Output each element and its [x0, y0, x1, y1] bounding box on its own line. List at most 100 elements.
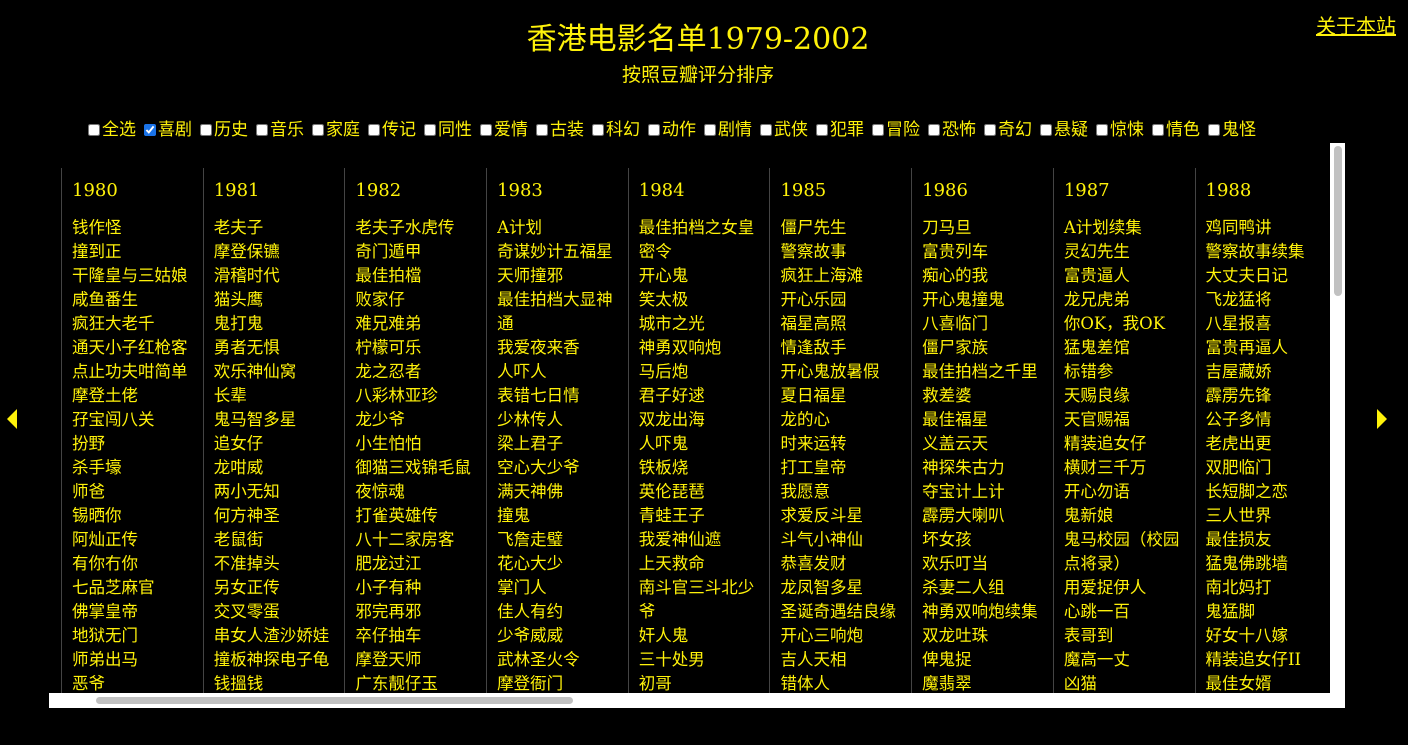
film-item[interactable]: 恶爷	[72, 672, 195, 693]
film-item[interactable]: 鬼马校园（校园点将录）	[1064, 528, 1187, 576]
film-item[interactable]: 败家仔	[355, 288, 478, 312]
film-item[interactable]: 邪完再邪	[355, 600, 478, 624]
filter-checkbox[interactable]	[816, 124, 828, 136]
film-item[interactable]: 双龙出海	[639, 408, 762, 432]
next-arrow-icon[interactable]	[1377, 409, 1387, 429]
film-item[interactable]: 夺宝计上计	[922, 480, 1045, 504]
film-item[interactable]: 疯狂大老千	[72, 312, 195, 336]
film-item[interactable]: 鬼新娘	[1064, 504, 1187, 528]
film-item[interactable]: 地狱无门	[72, 624, 195, 648]
film-item[interactable]: 情逢敌手	[780, 336, 903, 360]
film-item[interactable]: 笑太极	[639, 288, 762, 312]
film-item[interactable]: 何方神圣	[214, 504, 337, 528]
film-item[interactable]: 凶猫	[1064, 672, 1187, 693]
film-item[interactable]: 老夫子	[214, 216, 337, 240]
film-item[interactable]: 佛掌皇帝	[72, 600, 195, 624]
film-item[interactable]: 龙兄虎弟	[1064, 288, 1187, 312]
filter-checkbox[interactable]	[760, 124, 772, 136]
film-item[interactable]: 天官赐福	[1064, 408, 1187, 432]
film-item[interactable]: 追女仔	[214, 432, 337, 456]
film-item[interactable]: 义盖云天	[922, 432, 1045, 456]
film-item[interactable]: 孖宝闯八关	[72, 408, 195, 432]
film-item[interactable]: A计划	[497, 216, 620, 240]
film-item[interactable]: 扮野	[72, 432, 195, 456]
film-item[interactable]: 花心大少	[497, 552, 620, 576]
filter-checkbox[interactable]	[1040, 124, 1052, 136]
film-item[interactable]: 马后炮	[639, 360, 762, 384]
film-item[interactable]: 猫头鹰	[214, 288, 337, 312]
film-item[interactable]: 心跳一百	[1064, 600, 1187, 624]
prev-arrow-icon[interactable]	[7, 409, 17, 429]
film-item[interactable]: 老夫子水虎传	[355, 216, 478, 240]
film-item[interactable]: 奸人鬼	[639, 624, 762, 648]
film-item[interactable]: 交叉零蛋	[214, 600, 337, 624]
film-item[interactable]: 干隆皇与三姑娘	[72, 264, 195, 288]
film-item[interactable]: 通天小子红枪客	[72, 336, 195, 360]
film-item[interactable]: 神探朱古力	[922, 456, 1045, 480]
film-item[interactable]: 龙凤智多星	[780, 576, 903, 600]
filter-20[interactable]: 鬼怪	[1206, 118, 1256, 142]
film-item[interactable]: 鸡同鸭讲	[1206, 216, 1329, 240]
film-item[interactable]: 滑稽时代	[214, 264, 337, 288]
film-item[interactable]: 空心大少爷	[497, 456, 620, 480]
filter-9[interactable]: 科幻	[590, 118, 640, 142]
film-item[interactable]: 双龙吐珠	[922, 624, 1045, 648]
film-item[interactable]: 锡晒你	[72, 504, 195, 528]
filter-checkbox[interactable]	[1152, 124, 1164, 136]
film-item[interactable]: 神勇双响炮	[639, 336, 762, 360]
film-item[interactable]: 君子好逑	[639, 384, 762, 408]
filter-checkbox[interactable]	[536, 124, 548, 136]
film-item[interactable]: 开心勿语	[1064, 480, 1187, 504]
film-item[interactable]: 撞到正	[72, 240, 195, 264]
horizontal-scrollbar[interactable]	[49, 693, 1330, 708]
film-item[interactable]: 错体人	[780, 672, 903, 693]
film-item[interactable]: 神勇双响炮续集	[922, 600, 1045, 624]
film-item[interactable]: 开心鬼撞鬼	[922, 288, 1045, 312]
film-item[interactable]: 最佳拍档之千里救差婆	[922, 360, 1045, 408]
film-item[interactable]: 撞板神探电子龟	[214, 648, 337, 672]
film-item[interactable]: 时来运转	[780, 432, 903, 456]
film-item[interactable]: 三人世界	[1206, 504, 1329, 528]
filter-4[interactable]: 家庭	[310, 118, 360, 142]
film-item[interactable]: 双肥临门	[1206, 456, 1329, 480]
film-item[interactable]: 龙少爷	[355, 408, 478, 432]
filter-10[interactable]: 动作	[646, 118, 696, 142]
filter-15[interactable]: 恐怖	[926, 118, 976, 142]
film-item[interactable]: 富贵逼人	[1064, 264, 1187, 288]
film-item[interactable]: 疯狂上海滩	[780, 264, 903, 288]
film-item[interactable]: 欢乐叮当	[922, 552, 1045, 576]
film-item[interactable]: 打雀英雄传	[355, 504, 478, 528]
film-item[interactable]: 开心三响炮	[780, 624, 903, 648]
film-item[interactable]: 有你冇你	[72, 552, 195, 576]
filter-1[interactable]: 喜剧	[142, 118, 192, 142]
film-item[interactable]: 铁板烧	[639, 456, 762, 480]
filter-checkbox[interactable]	[144, 124, 156, 136]
film-item[interactable]: 老鼠街	[214, 528, 337, 552]
film-item[interactable]: 难兄难弟	[355, 312, 478, 336]
film-item[interactable]: 好女十八嫁	[1206, 624, 1329, 648]
film-item[interactable]: 两小无知	[214, 480, 337, 504]
film-item[interactable]: 小生怕怕	[355, 432, 478, 456]
film-item[interactable]: 我爱神仙遮	[639, 528, 762, 552]
film-item[interactable]: 鬼马智多星	[214, 408, 337, 432]
film-item[interactable]: 师弟出马	[72, 648, 195, 672]
film-item[interactable]: 富贵再逼人	[1206, 336, 1329, 360]
film-item[interactable]: 师爸	[72, 480, 195, 504]
filter-11[interactable]: 剧情	[702, 118, 752, 142]
film-item[interactable]: 警察故事	[780, 240, 903, 264]
filter-checkbox[interactable]	[1208, 124, 1220, 136]
film-item[interactable]: 吉屋藏娇	[1206, 360, 1329, 384]
filter-checkbox[interactable]	[592, 124, 604, 136]
film-item[interactable]: 奇谋妙计五福星	[497, 240, 620, 264]
filter-checkbox[interactable]	[704, 124, 716, 136]
film-item[interactable]: 用爱捉伊人	[1064, 576, 1187, 600]
film-item[interactable]: 摩登天师	[355, 648, 478, 672]
film-item[interactable]: 僵尸先生	[780, 216, 903, 240]
film-item[interactable]: 富贵列车	[922, 240, 1045, 264]
film-item[interactable]: 掌门人	[497, 576, 620, 600]
film-item[interactable]: 八彩林亚珍	[355, 384, 478, 408]
film-item[interactable]: 灵幻先生	[1064, 240, 1187, 264]
film-item[interactable]: 欢乐神仙窝	[214, 360, 337, 384]
film-item[interactable]: 小子有种	[355, 576, 478, 600]
film-item[interactable]: 鬼猛脚	[1206, 600, 1329, 624]
